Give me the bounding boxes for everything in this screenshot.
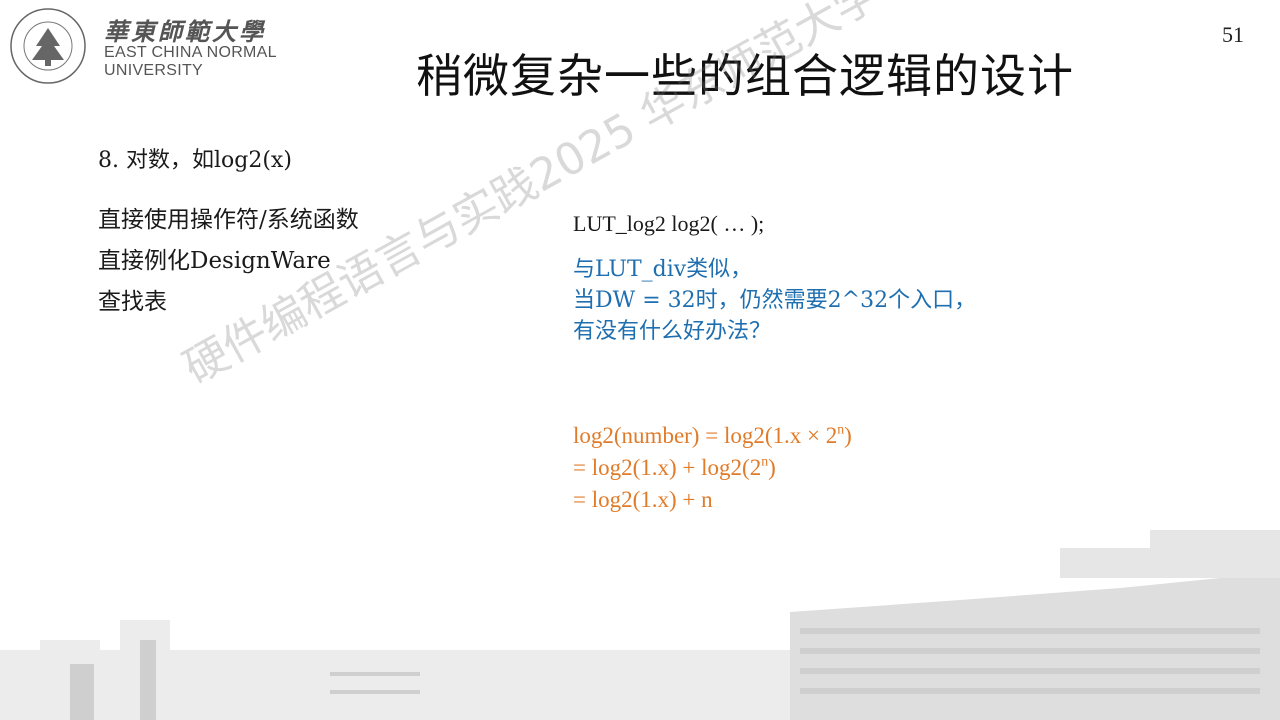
note-block: 与LUT_div类似， 当DW = 32时，仍然需要2^32个入口， 有没有什么… bbox=[573, 254, 976, 347]
logo-english-line1: EAST CHINA NORMAL bbox=[104, 44, 277, 61]
note-line: 有没有什么好办法？ bbox=[573, 319, 772, 344]
logo-chinese-name: 華東師範大學 bbox=[104, 17, 266, 46]
item-heading: 8. 对数，如log2(x) bbox=[98, 148, 292, 173]
method-item: 查找表 bbox=[98, 289, 167, 315]
university-seal-icon bbox=[10, 8, 86, 84]
formula-line-1: log2(number) = log2(1.x × 2n) bbox=[573, 421, 852, 448]
method-item: 直接例化DesignWare bbox=[98, 248, 331, 274]
page-number: 51 bbox=[1222, 22, 1244, 47]
slide-title: 稍微复杂一些的组合逻辑的设计 bbox=[416, 49, 1074, 103]
logo-english-line2: UNIVERSITY bbox=[104, 62, 204, 79]
code-line: LUT_log2 log2( … ); bbox=[573, 211, 765, 236]
formula-line-3: = log2(1.x) + n bbox=[573, 487, 713, 512]
note-line: 与LUT_div类似， bbox=[573, 257, 753, 282]
university-logo: 華東師範大學 EAST CHINA NORMAL UNIVERSITY bbox=[8, 6, 298, 84]
logo-english-name: EAST CHINA NORMAL UNIVERSITY bbox=[104, 44, 277, 80]
method-list: 直接使用操作符/系统函数 直接例化DesignWare 查找表 bbox=[98, 200, 359, 323]
slide: 華東師範大學 EAST CHINA NORMAL UNIVERSITY 51 稍… bbox=[0, 0, 1280, 720]
note-line: 当DW = 32时，仍然需要2^32个入口， bbox=[573, 288, 977, 313]
formula-block: log2(number) = log2(1.x × 2n) = log2(1.x… bbox=[573, 420, 852, 516]
method-item: 直接使用操作符/系统函数 bbox=[98, 207, 359, 233]
campus-skyline-background bbox=[0, 530, 1280, 720]
formula-line-2: = log2(1.x) + log2(2n) bbox=[573, 453, 776, 480]
